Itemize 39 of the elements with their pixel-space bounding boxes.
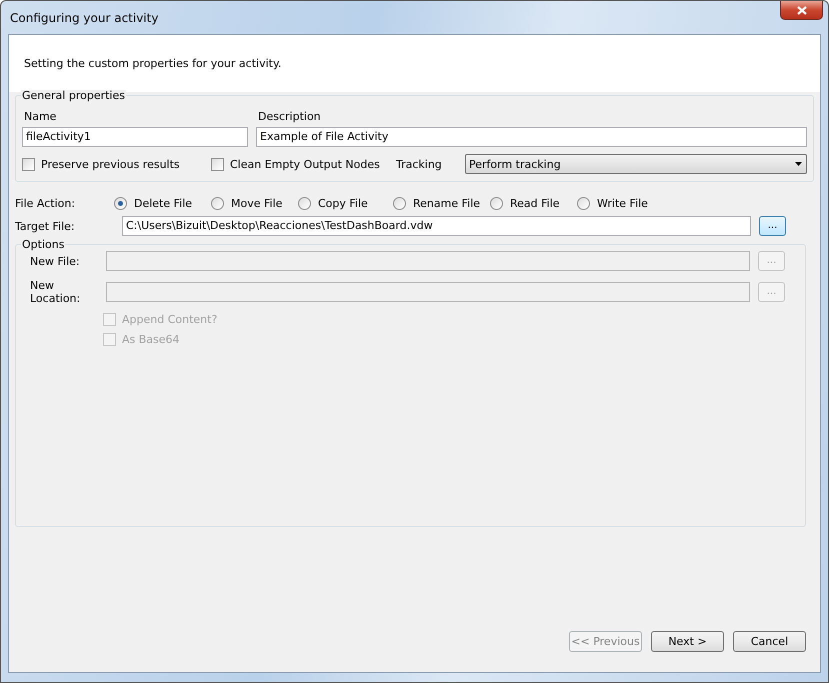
radio-label: Move File <box>231 196 282 210</box>
radio-button[interactable] <box>114 196 127 210</box>
checkbox-label: Clean Empty Output Nodes <box>230 158 380 170</box>
radio-label: Copy File <box>318 196 368 210</box>
window-title: Configuring your activity <box>10 11 158 25</box>
field-label: Description <box>257 110 322 123</box>
header-text: Setting the custom properties for your activity. <box>24 57 282 70</box>
checkbox[interactable] <box>22 158 35 170</box>
text-field[interactable]: Example of File Activity <box>256 127 807 147</box>
field-label: Tracking <box>396 158 443 170</box>
radio-button[interactable] <box>298 196 311 210</box>
dropdown[interactable]: Perform tracking <box>465 154 807 174</box>
group-legend: General properties <box>21 90 126 102</box>
radio-button[interactable] <box>211 196 224 210</box>
group-legend: Options <box>21 239 66 251</box>
browse-button[interactable]: ... <box>759 216 786 236</box>
checkbox[interactable] <box>211 158 224 170</box>
wizard-button[interactable]: Cancel <box>733 631 806 652</box>
dropdown-arrow-icon <box>795 162 802 166</box>
field-label: File Action: <box>15 196 76 210</box>
text-field[interactable]: fileActivity1 <box>22 127 248 147</box>
field-label: New File: <box>30 254 81 268</box>
close-button[interactable] <box>780 1 823 20</box>
radio-label: Read File <box>510 196 560 210</box>
checkbox-label: Append Content? <box>122 313 218 326</box>
checkbox-label: As Base64 <box>122 333 180 346</box>
radio-button[interactable] <box>393 196 406 210</box>
checkbox-label: Preserve previous results <box>41 158 180 170</box>
field-label: Name <box>23 110 58 123</box>
radio-label: Write File <box>597 196 648 210</box>
radio-label: Delete File <box>134 196 192 210</box>
radio-button[interactable] <box>577 196 590 210</box>
text-field[interactable]: C:\Users\Bizuit\Desktop\Reacciones\TestDashBoard.vdw <box>122 216 751 236</box>
wizard-button[interactable]: Next > <box>651 631 724 652</box>
field-label: New Location: <box>30 279 82 305</box>
radio-button[interactable] <box>490 196 503 210</box>
radio-label: Rename File <box>413 196 480 210</box>
field-label: Target File: <box>15 220 76 232</box>
close-icon <box>796 6 806 14</box>
